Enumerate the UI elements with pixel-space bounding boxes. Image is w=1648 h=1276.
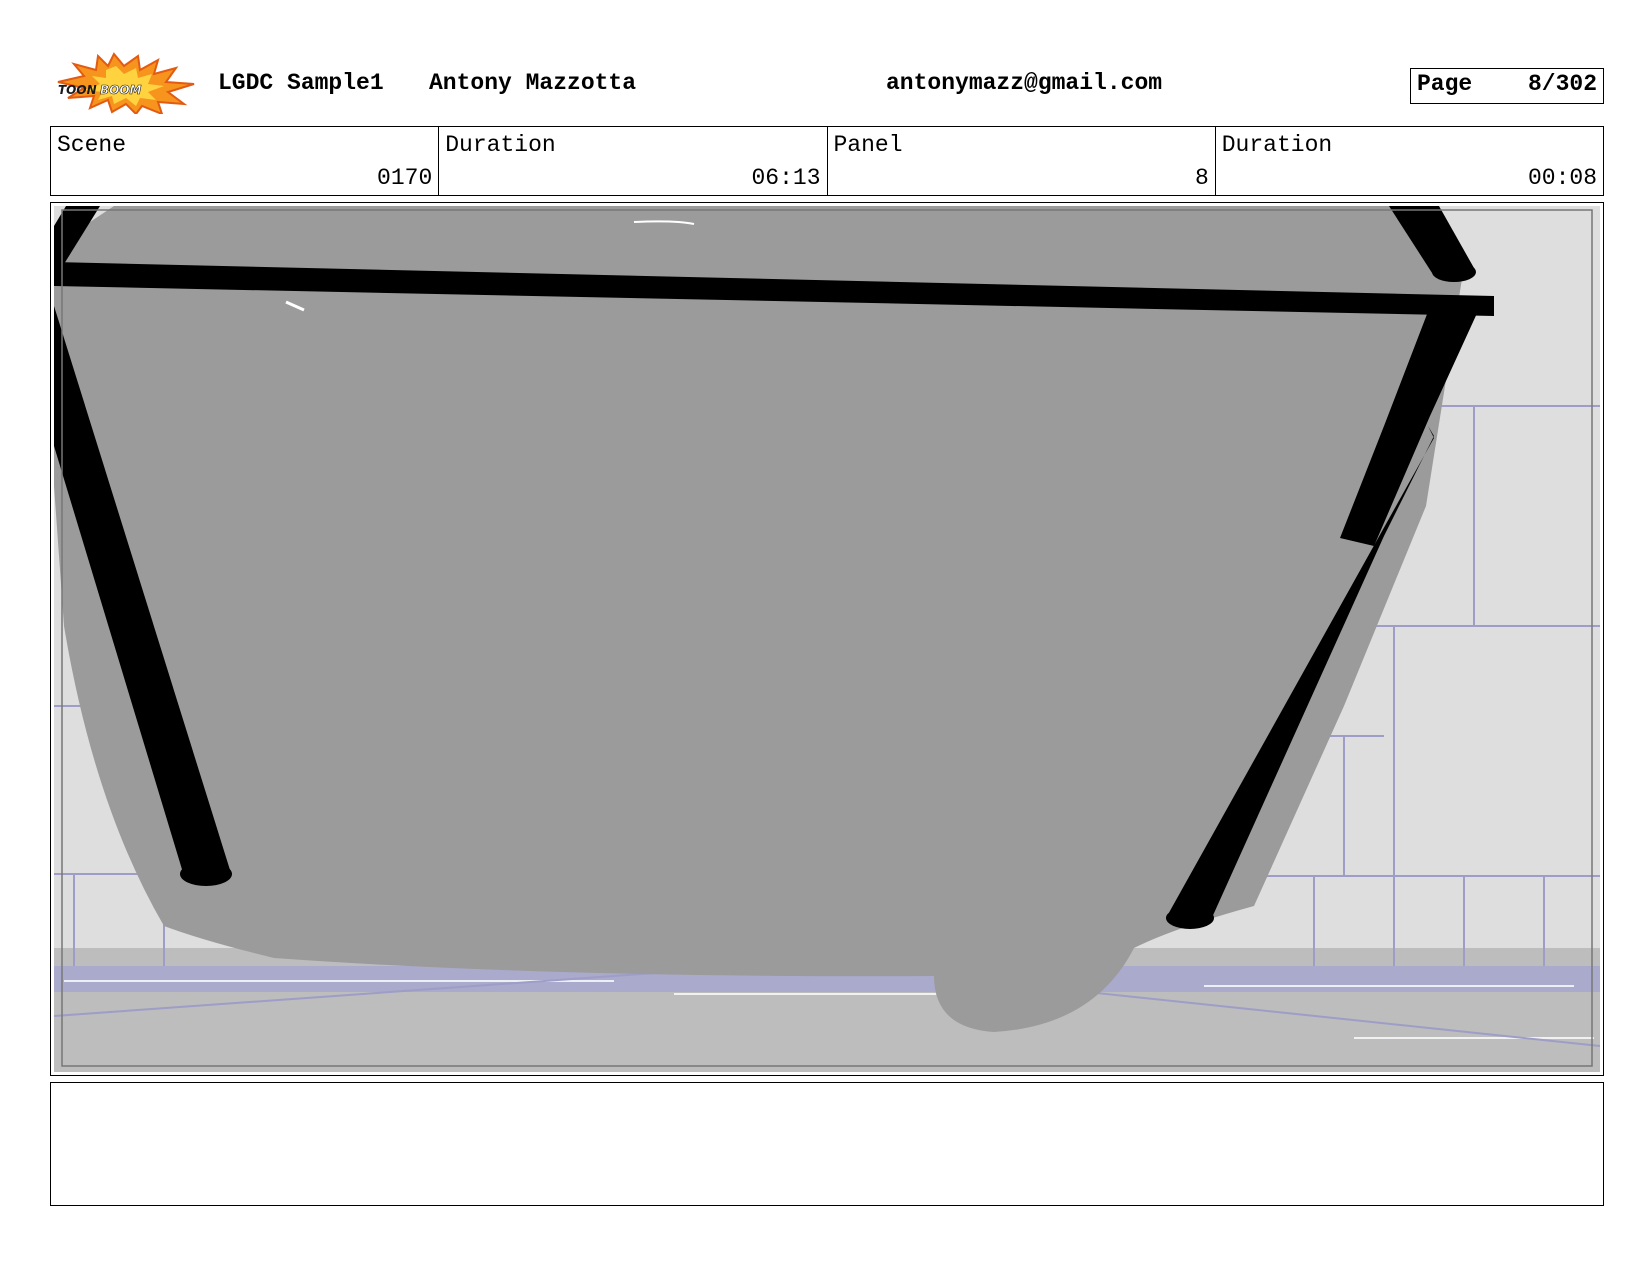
- page-counter: Page 8/302: [1410, 68, 1604, 104]
- panel-value: 8: [1194, 165, 1209, 191]
- panel-duration-value: 00:08: [1527, 165, 1597, 191]
- svg-text:TOON: TOON: [58, 83, 97, 97]
- svg-text:BOOM: BOOM: [100, 83, 142, 97]
- scene-duration-cell: Duration 06:13: [439, 127, 828, 195]
- panel-duration-label: Duration: [1221, 132, 1333, 158]
- scene-value: 0170: [377, 165, 433, 191]
- storyboard-panel: [50, 202, 1604, 1076]
- scene-duration-label: Duration: [445, 132, 556, 158]
- scene-cell: Scene 0170: [51, 127, 440, 195]
- scene-duration-value: 06:13: [751, 165, 821, 191]
- scene-label: Scene: [57, 132, 127, 158]
- panel-notes: [50, 1082, 1604, 1206]
- project-title: LGDC Sample1: [218, 70, 384, 96]
- panel-cell: Panel 8: [828, 127, 1216, 195]
- author-email: antonymazz@gmail.com: [886, 70, 1163, 96]
- toon-boom-logo: TOON BOOM: [57, 52, 195, 114]
- author-name: Antony Mazzotta: [429, 70, 637, 96]
- panel-label: Panel: [833, 132, 903, 158]
- panel-duration-cell: Duration 00:08: [1216, 127, 1603, 195]
- page-label: Page: [1417, 71, 1473, 97]
- page-number: 8/302: [1527, 71, 1597, 97]
- scene-info-table: Scene 0170 Duration 06:13 Panel 8 Durati…: [50, 126, 1604, 196]
- panel-drawing: [54, 206, 1600, 1072]
